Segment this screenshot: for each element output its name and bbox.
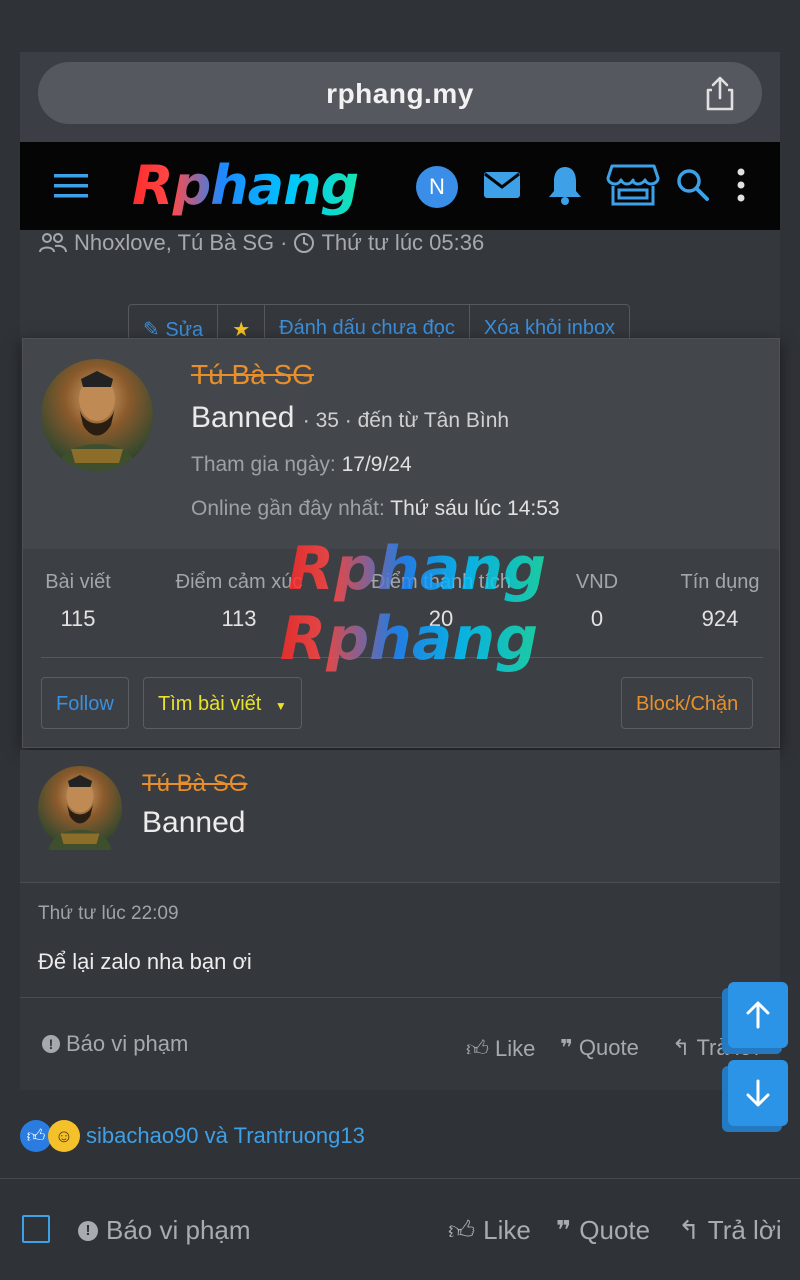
bottom-reply-label: Trả lời [707, 1215, 782, 1245]
stats-divider [41, 657, 763, 658]
stat-label: Bài viết [45, 571, 111, 593]
browser-toolbar: rphang.my [20, 52, 780, 142]
bottom-reply-button[interactable]: ↰ Trả lời [678, 1215, 782, 1246]
address-bar[interactable]: rphang.my [38, 62, 762, 124]
menu-icon[interactable] [54, 172, 90, 200]
find-posts-button[interactable]: Tìm bài viết ▼ [143, 677, 302, 729]
stat-value: 113 [221, 606, 257, 631]
member-avatar[interactable] [41, 359, 153, 471]
avatar-portrait-icon [55, 371, 139, 471]
online-value: Thứ sáu lúc 14:53 [390, 497, 560, 520]
select-checkbox[interactable] [22, 1215, 50, 1243]
alert-icon: ! [78, 1220, 98, 1241]
meta-separator: · [280, 230, 288, 255]
quote-button[interactable]: ❞ Quote [560, 1035, 639, 1061]
bottom-report-link[interactable]: ! Báo vi phạm [78, 1215, 251, 1246]
bottom-quote-button[interactable]: ❞ Quote [556, 1215, 650, 1246]
poster-avatar[interactable] [38, 766, 122, 850]
mail-icon[interactable] [482, 168, 522, 202]
stat-value: 924 [701, 606, 739, 631]
reply-arrow-icon: ↰ [678, 1215, 700, 1245]
bottom-quote-label: Quote [579, 1215, 651, 1245]
member-last-online: Online gần đây nhất: Thứ sáu lúc 14:53 [191, 497, 560, 521]
member-details: · 35 · đến từ Tân Bình [302, 409, 510, 432]
quote-icon: ❞ [556, 1215, 572, 1245]
block-button[interactable]: Block/Chặn [621, 677, 754, 729]
store-icon[interactable] [606, 162, 660, 208]
message-text: Để lại zalo nha bạn ơi [38, 949, 252, 974]
participants[interactable]: Nhoxlove, Tú Bà SG [74, 230, 274, 256]
like-label: Like [495, 1035, 536, 1061]
member-username[interactable]: Tú Bà SG [191, 359, 314, 391]
member-tooltip: Tú Bà SG Banned · 35 · đến từ Tân Bình T… [22, 338, 780, 748]
stat-vnd[interactable]: VND 0 [567, 571, 627, 632]
arrow-up-icon [746, 1001, 770, 1029]
poster-username[interactable]: Tú Bà SG [142, 770, 247, 798]
quote-icon: ❞ [560, 1035, 573, 1060]
search-icon[interactable] [676, 168, 710, 202]
stat-posts[interactable]: Bài viết 115 [41, 571, 115, 632]
avatar-portrait-icon [48, 775, 112, 850]
member-stats: Bài viết 115 Điểm cảm xúc 113 Điểm thành… [23, 571, 779, 631]
joined-value: 17/9/24 [341, 453, 412, 476]
member-title: Banned [191, 401, 295, 434]
bottom-action-bar: ! Báo vi phạm 👍︎ Like ❞ Quote ↰ Trả lời [0, 1178, 800, 1280]
member-joined: Tham gia ngày: 17/9/24 [191, 453, 412, 477]
user-avatar[interactable]: N [416, 166, 458, 208]
site-logo[interactable]: Rphang [132, 154, 359, 217]
scroll-bottom-button[interactable] [728, 1060, 788, 1126]
poster-title: Banned [142, 806, 246, 839]
member-title-line: Banned · 35 · đến từ Tân Bình [191, 401, 509, 435]
stat-value: 20 [428, 606, 454, 631]
message-date[interactable]: Thứ tư lúc 22:09 [38, 903, 179, 925]
message-divider [20, 997, 780, 998]
thread-started: Thứ tư lúc 05:36 [321, 230, 485, 255]
site-header: Rphang N [20, 142, 780, 230]
follow-button[interactable]: Follow [41, 677, 129, 729]
haha-reaction-icon: ☺ [48, 1120, 80, 1152]
share-icon[interactable] [700, 74, 740, 114]
stat-credit[interactable]: Tín dụng 924 [675, 571, 765, 632]
thumbs-up-icon: 👍︎ [448, 1215, 476, 1245]
message-user-block: Tú Bà SG Banned [20, 750, 780, 882]
bottom-like-label: Like [483, 1215, 531, 1245]
reactions-bar[interactable]: 👍︎ ☺ sibachao90 và Trantruong13 [20, 1120, 365, 1152]
member-header: Tú Bà SG Banned · 35 · đến từ Tân Bình T… [23, 339, 779, 549]
reactions-users[interactable]: sibachao90 và Trantruong13 [86, 1123, 365, 1149]
quote-label: Quote [578, 1035, 639, 1060]
bottom-report-label: Báo vi phạm [106, 1215, 251, 1245]
clock-icon [294, 233, 315, 253]
stat-label: Điểm cảm xúc [175, 571, 303, 593]
joined-label: Tham gia ngày: [191, 453, 336, 476]
bell-icon[interactable] [546, 164, 584, 206]
find-posts-label: Tìm bài viết [158, 693, 262, 715]
report-link[interactable]: ! Báo vi phạm [42, 1031, 188, 1057]
stat-label: Điểm thành tích [370, 571, 512, 593]
scroll-top-button[interactable] [728, 982, 788, 1048]
stat-value: 0 [590, 606, 604, 631]
stat-value: 115 [60, 606, 96, 631]
message-body: Thứ tư lúc 22:09 Để lại zalo nha bạn ơi … [20, 882, 780, 1087]
like-button[interactable]: 👍︎ Like [466, 1035, 535, 1062]
thread-meta: Nhoxlove, Tú Bà SG · Thứ tư lúc 05:36 [38, 230, 484, 256]
reply-arrow-icon: ↰ [672, 1035, 691, 1060]
url-text[interactable]: rphang.my [38, 78, 762, 110]
stat-label: Tín dụng [680, 571, 760, 593]
thumbs-up-icon: 👍︎ [466, 1036, 489, 1061]
users-icon [39, 233, 67, 253]
report-label: Báo vi phạm [66, 1031, 189, 1056]
online-label: Online gần đây nhất: [191, 497, 385, 520]
stat-points[interactable]: Điểm thành tích 20 [363, 571, 519, 632]
more-vertical-icon[interactable] [736, 168, 746, 202]
stat-reactions[interactable]: Điểm cảm xúc 113 [169, 571, 309, 632]
caret-down-icon: ▼ [274, 699, 287, 713]
bottom-like-button[interactable]: 👍︎ Like [448, 1215, 531, 1246]
stat-label: VND [575, 571, 619, 593]
arrow-down-icon [746, 1079, 770, 1107]
alert-icon: ! [42, 1035, 60, 1053]
